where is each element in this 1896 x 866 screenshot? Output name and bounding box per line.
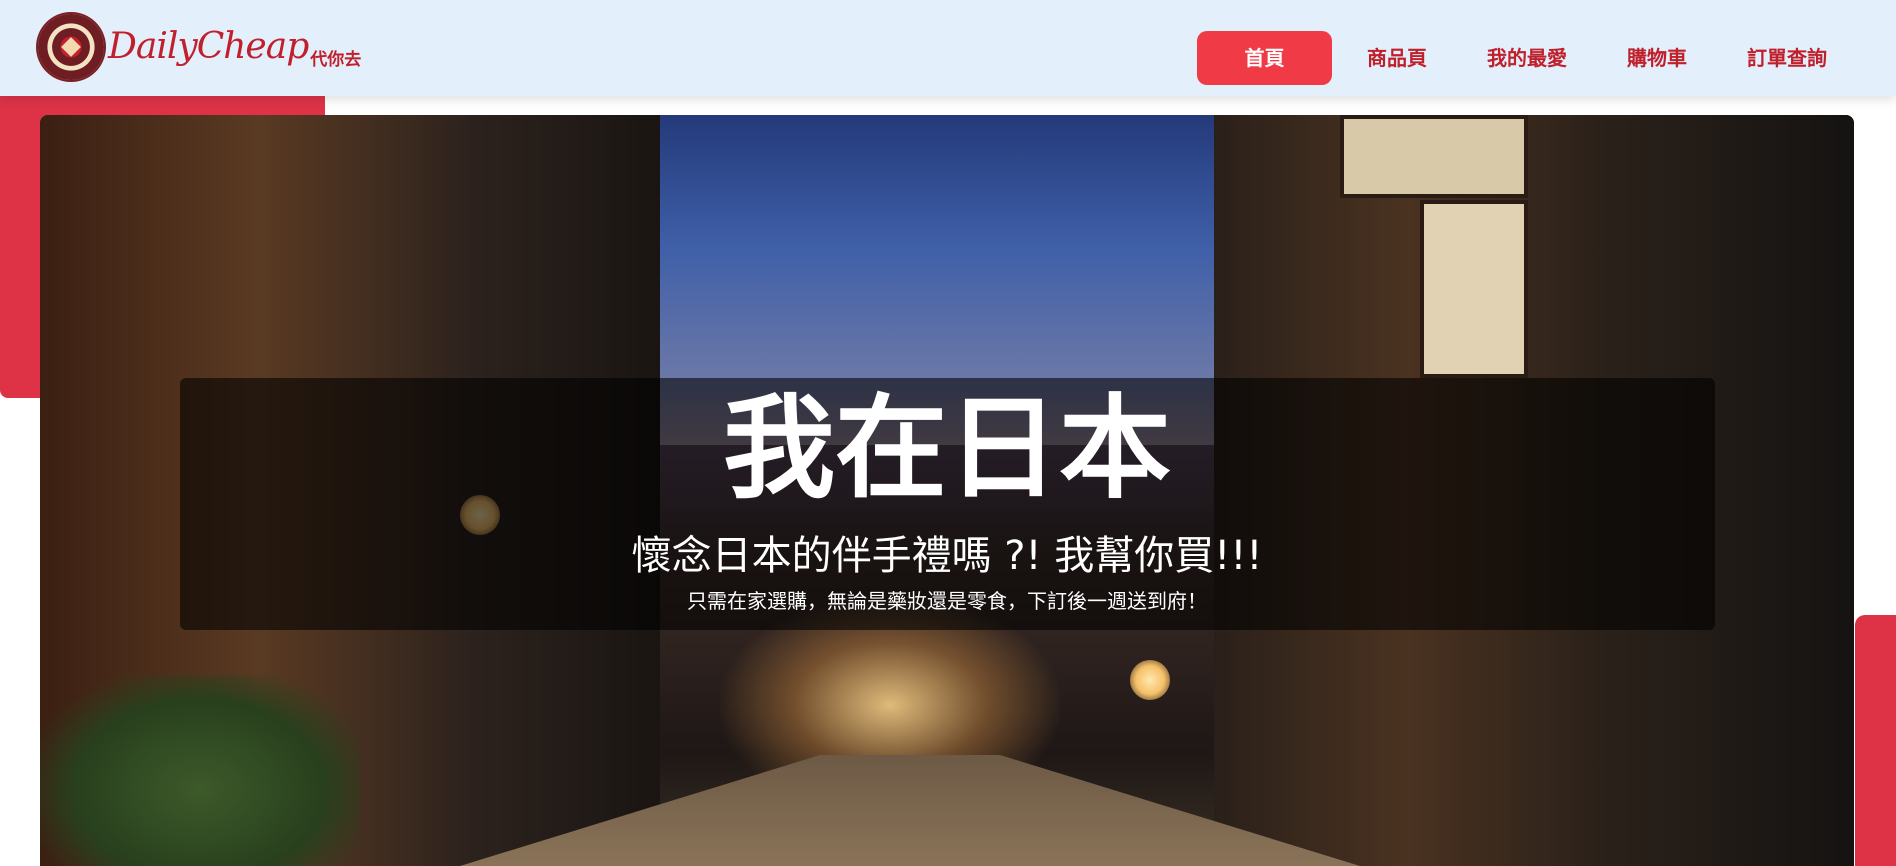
nav-item-favorites[interactable]: 我的最愛: [1462, 31, 1592, 85]
decorative-red-block-right: [1855, 615, 1896, 866]
site-header: DailyCheap 代你去 首頁 商品頁 我的最愛 購物車 訂單查詢: [0, 0, 1896, 96]
hero-subtitle: 懷念日本的伴手禮嗎 ?! 我幫你買!!!: [631, 533, 1263, 579]
logo-emblem-icon: [38, 14, 104, 80]
nav-item-products[interactable]: 商品頁: [1342, 31, 1452, 85]
logo-sub-text: 代你去: [310, 49, 362, 70]
nav-item-cart[interactable]: 購物車: [1602, 31, 1712, 85]
hero-image-shop-sign: [1340, 115, 1528, 198]
main-nav: 首頁 商品頁 我的最愛 購物車 訂單查詢: [1187, 31, 1852, 85]
nav-item-home[interactable]: 首頁: [1197, 31, 1332, 85]
hero-title: 我在日本: [723, 383, 1171, 514]
site-logo[interactable]: DailyCheap 代你去: [38, 14, 361, 80]
nav-item-order-lookup[interactable]: 訂單查詢: [1722, 31, 1852, 85]
hero-image-vertical-sign: [1420, 200, 1528, 378]
hero-image-tree: [40, 675, 360, 866]
logo-brand-text: DailyCheap: [108, 26, 309, 67]
hero-description: 只需在家選購，無論是藥妝還是零食，下訂後一週送到府！: [687, 589, 1207, 613]
lantern-icon: [1130, 660, 1170, 700]
hero-banner: 我在日本 懷念日本的伴手禮嗎 ?! 我幫你買!!! 只需在家選購，無論是藥妝還是…: [40, 115, 1854, 866]
